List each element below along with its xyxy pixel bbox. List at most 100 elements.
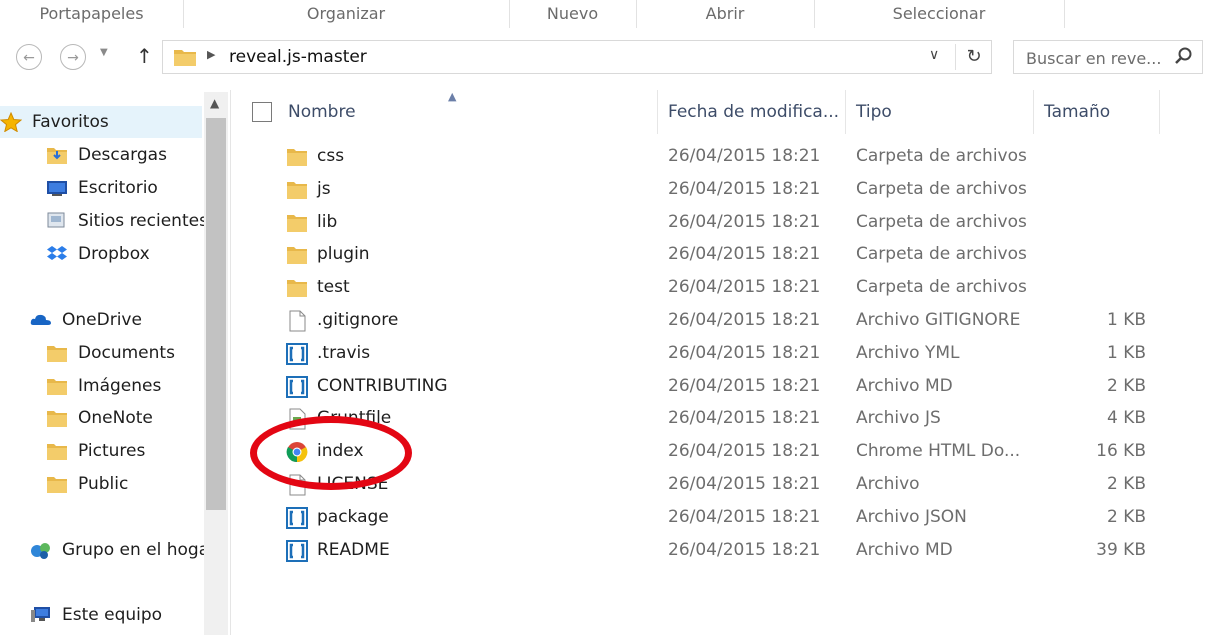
ribbon-group-bar: Portapapeles Organizar Nuevo Abrir Selec… <box>0 0 1228 29</box>
downloads-folder-icon <box>47 148 67 164</box>
file-row[interactable]: CONTRIBUTING 26/04/2015 18:21 Archivo MD 2 … <box>230 370 1228 403</box>
file-date: 26/04/2015 18:21 <box>668 146 821 166</box>
file-type: Archivo <box>856 474 920 494</box>
file-name: package <box>317 506 389 527</box>
file-size: 39 KB <box>1096 539 1146 560</box>
file-type: Archivo YML <box>856 342 960 363</box>
file-row[interactable]: .travis 26/04/2015 18:21 Archivo YML 1 KB <box>230 337 1228 370</box>
file-row[interactable]: .gitignore 26/04/2015 18:21 Archivo GITIGN… <box>230 304 1228 337</box>
folder-icon <box>47 477 67 493</box>
back-button[interactable]: ← <box>16 44 42 70</box>
nav-item-label: Descargas <box>78 145 167 165</box>
desktop-icon <box>47 181 67 196</box>
select-all-checkbox[interactable] <box>252 102 272 122</box>
file-row[interactable]: plugin 26/04/2015 18:21 Carpeta de archivo… <box>230 238 1228 271</box>
file-row[interactable]: js 26/04/2015 18:21 Carpeta de archivos <box>230 173 1228 206</box>
nav-item-label: Sitios recientes <box>78 211 208 231</box>
folder-icon <box>287 181 307 199</box>
nav-item-label: Dropbox <box>78 244 150 264</box>
file-row[interactable]: css 26/04/2015 18:21 Carpeta de archivos <box>230 140 1228 173</box>
forward-button[interactable]: → <box>60 44 86 70</box>
scroll-up-arrow-icon[interactable]: ▲ <box>210 96 219 110</box>
breadcrumb-current-folder[interactable]: reveal.js-master <box>229 47 367 67</box>
address-bar[interactable]: ▶ reveal.js-master ∨ ↻ <box>162 40 992 74</box>
ribbon-group-new: Nuevo <box>509 0 637 28</box>
file-type: Carpeta de archivos <box>856 244 1027 265</box>
file-date: 26/04/2015 18:21 <box>668 244 821 265</box>
folder-icon <box>47 411 67 427</box>
file-row[interactable]: LICENSE 26/04/2015 18:21 Archivo 2 KB <box>230 468 1228 501</box>
nav-pane-scrollbar[interactable]: ▲ <box>204 92 228 635</box>
file-date: 26/04/2015 18:21 <box>668 178 821 199</box>
homegroup-icon <box>31 543 50 559</box>
file-date: 26/04/2015 18:21 <box>668 474 821 494</box>
folder-icon <box>47 346 67 362</box>
nav-this-pc-label: Este equipo <box>62 605 163 625</box>
code-file-icon <box>286 342 308 365</box>
breadcrumb-separator-icon[interactable]: ▶ <box>207 48 215 61</box>
folder-icon <box>287 149 307 166</box>
nav-item-label: Escritorio <box>78 178 158 198</box>
file-type: Archivo GITIGNORE <box>856 310 1021 330</box>
file-name: LICENSE <box>317 474 389 494</box>
column-header-type[interactable]: Tipo <box>846 90 1034 134</box>
column-header-bar: ▲ Nombre Fecha de modifica... Tipo Tamañ… <box>230 90 1228 134</box>
code-file-icon <box>286 539 308 562</box>
recent-locations-chevron-icon[interactable]: ▼ <box>100 47 108 58</box>
file-date: 26/04/2015 18:21 <box>668 211 821 232</box>
file-row[interactable]: lib 26/04/2015 18:21 Carpeta de archivos <box>230 206 1228 239</box>
file-name: .gitignore <box>317 310 399 330</box>
file-size: 16 KB <box>1096 441 1146 462</box>
nav-item-label: Public <box>78 474 129 494</box>
code-file-icon <box>286 375 308 398</box>
address-dropdown-chevron-icon[interactable]: ∨ <box>929 47 939 63</box>
file-row[interactable]: package 26/04/2015 18:21 Archivo JSON 2 KB <box>230 501 1228 534</box>
file-row[interactable]: Gruntfile 26/04/2015 18:21 Archivo JS 4 KB <box>230 402 1228 435</box>
file-row[interactable]: test 26/04/2015 18:21 Carpeta de archivos <box>230 271 1228 304</box>
file-date: 26/04/2015 18:21 <box>668 277 821 298</box>
file-type: Archivo MD <box>856 539 953 560</box>
file-row[interactable]: README 26/04/2015 18:21 Archivo MD 39 KB <box>230 534 1228 567</box>
column-header-date[interactable]: Fecha de modifica... <box>658 90 846 134</box>
file-type: Carpeta de archivos <box>856 277 1027 298</box>
ribbon-group-open: Abrir <box>636 0 815 28</box>
file-size: 2 KB <box>1106 474 1146 494</box>
file-name: js <box>317 178 331 199</box>
search-icon[interactable] <box>1174 46 1194 66</box>
nav-favorites[interactable]: Favoritos <box>0 106 202 138</box>
chrome-icon <box>286 442 308 463</box>
ribbon-group-clipboard: Portapapeles <box>0 0 184 28</box>
file-row[interactable]: index 26/04/2015 18:21 Chrome HTML Do... 16… <box>230 435 1228 468</box>
ribbon-group-select: Seleccionar <box>814 0 1065 28</box>
file-type: Chrome HTML Do... <box>856 441 1021 462</box>
folder-icon <box>174 50 196 66</box>
search-input[interactable] <box>1014 41 1178 75</box>
up-arrow-icon[interactable]: ↑ <box>136 44 153 68</box>
column-header-name[interactable]: Nombre <box>278 90 658 134</box>
search-box[interactable] <box>1013 40 1203 75</box>
file-type: Archivo JSON <box>856 506 967 527</box>
file-date: 26/04/2015 18:21 <box>668 539 821 560</box>
file-date: 26/04/2015 18:21 <box>668 408 821 429</box>
file-name: lib <box>317 211 338 232</box>
scrollbar-thumb[interactable] <box>206 118 226 510</box>
nav-item-label: Pictures <box>78 441 146 461</box>
file-size: 1 KB <box>1106 342 1146 363</box>
file-name: css <box>317 146 345 166</box>
dropbox-icon <box>47 246 67 260</box>
file-date: 26/04/2015 18:21 <box>668 342 821 363</box>
file-date: 26/04/2015 18:21 <box>668 310 821 330</box>
file-type: Carpeta de archivos <box>856 211 1027 232</box>
file-size: 2 KB <box>1106 375 1146 396</box>
nav-favorites-label: Favoritos <box>32 112 109 132</box>
folder-icon <box>47 379 67 395</box>
nav-item-label: Documents <box>78 343 175 363</box>
file-type: Carpeta de archivos <box>856 146 1027 166</box>
column-header-size[interactable]: Tamaño <box>1034 90 1160 134</box>
refresh-button[interactable]: ↻ <box>955 44 992 70</box>
file-type: Archivo JS <box>856 408 941 429</box>
code-file-icon <box>286 506 308 529</box>
file-size: 1 KB <box>1106 310 1146 330</box>
star-icon <box>0 112 22 132</box>
file-name: test <box>317 277 350 298</box>
